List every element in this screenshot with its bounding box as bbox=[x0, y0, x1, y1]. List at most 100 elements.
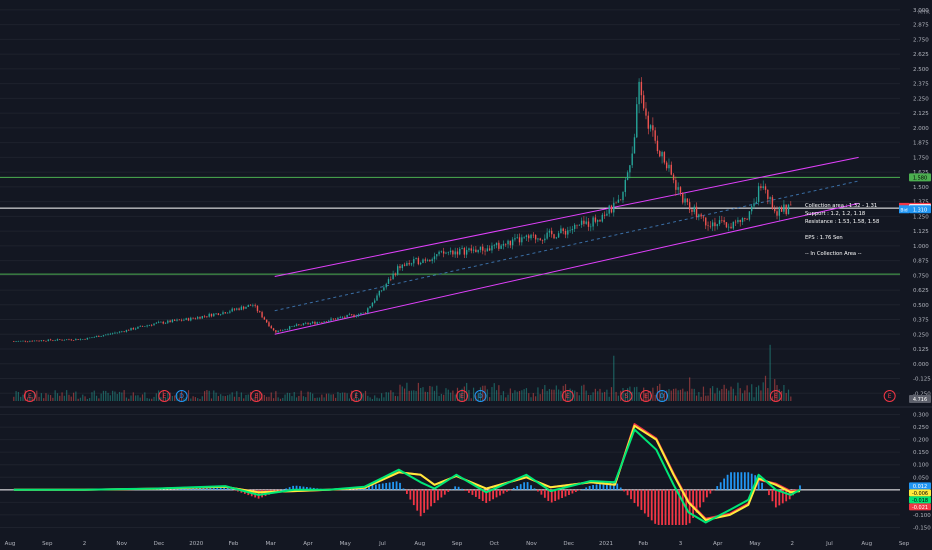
candle-body bbox=[580, 220, 583, 225]
candle-body bbox=[509, 240, 512, 246]
volume-bar bbox=[737, 382, 739, 401]
candle-body bbox=[341, 317, 344, 318]
histogram-bar bbox=[688, 489, 691, 524]
candle-body bbox=[201, 316, 203, 319]
candle-body bbox=[532, 234, 535, 236]
candle-body bbox=[521, 237, 523, 243]
time-tick-label: 2 bbox=[83, 541, 87, 547]
earnings-marker-label: E bbox=[354, 393, 358, 400]
histogram-bar bbox=[709, 489, 712, 494]
candle-body bbox=[574, 224, 576, 229]
volume-bar bbox=[284, 394, 286, 401]
candle-body bbox=[631, 153, 633, 166]
candle-body bbox=[774, 208, 776, 212]
volume-bar bbox=[238, 396, 240, 401]
volume-bar bbox=[54, 390, 56, 401]
time-tick-label: Nov bbox=[526, 541, 537, 547]
candle-body bbox=[638, 81, 640, 105]
candle-body bbox=[684, 198, 686, 203]
time-tick-label: Aug bbox=[414, 541, 425, 547]
candle-body bbox=[19, 340, 22, 342]
volume-bar bbox=[399, 384, 401, 401]
candle-body bbox=[592, 217, 594, 227]
earnings-marker-label: E bbox=[644, 393, 648, 400]
volume-bar bbox=[279, 398, 282, 401]
volume-bar bbox=[744, 390, 746, 401]
candle-body bbox=[305, 323, 307, 324]
volume-bar bbox=[682, 388, 684, 401]
candle-body bbox=[245, 306, 247, 309]
annotation-line: EPS : 1.76 Sen bbox=[805, 235, 843, 241]
volume-bar bbox=[220, 394, 222, 401]
volume-bar bbox=[20, 396, 22, 401]
time-tick-label: Aug bbox=[5, 541, 16, 547]
volume-bar bbox=[590, 394, 592, 401]
volume-bar bbox=[597, 391, 599, 401]
candle-body bbox=[776, 211, 778, 216]
candle-body bbox=[187, 318, 190, 321]
volume-bar bbox=[739, 388, 741, 401]
candle-body bbox=[459, 248, 461, 255]
time-tick-label: Jul bbox=[378, 541, 386, 547]
volume-bar bbox=[376, 397, 378, 401]
candle-body bbox=[334, 318, 337, 320]
candle-body bbox=[293, 326, 295, 327]
volume-bar bbox=[369, 397, 371, 401]
osc-value-tag: -0.021 bbox=[909, 503, 931, 511]
candle-body bbox=[344, 317, 346, 318]
candle-body bbox=[505, 243, 507, 245]
candle-body bbox=[534, 234, 537, 240]
candle-body bbox=[714, 222, 716, 227]
earnings-marker-label: E bbox=[774, 393, 778, 400]
candle-body bbox=[169, 320, 171, 323]
volume-bar bbox=[130, 395, 132, 401]
candle-body bbox=[160, 321, 162, 323]
candle-body bbox=[348, 314, 351, 316]
volume-bar bbox=[489, 397, 491, 401]
volume-bar bbox=[367, 395, 369, 401]
candle-body bbox=[528, 235, 530, 239]
candle-body bbox=[357, 314, 360, 316]
histogram-bar bbox=[664, 489, 667, 525]
volume-bar bbox=[581, 385, 583, 401]
volume-bar bbox=[116, 394, 118, 401]
candle-body bbox=[767, 189, 769, 199]
volume-bar bbox=[764, 375, 767, 401]
volume-bar bbox=[636, 386, 638, 401]
candle-body bbox=[652, 125, 654, 131]
volume-bar bbox=[128, 398, 130, 401]
candle-body bbox=[452, 250, 454, 255]
volume-bar bbox=[63, 395, 65, 401]
histogram-bar bbox=[474, 489, 477, 497]
candle-body bbox=[309, 323, 312, 325]
candle-body bbox=[272, 328, 275, 331]
histogram-bar bbox=[478, 489, 481, 499]
volume-bar bbox=[468, 389, 470, 401]
volume-bar bbox=[187, 390, 190, 401]
candle-body bbox=[387, 279, 390, 284]
candle-body bbox=[546, 232, 548, 239]
candle-body bbox=[105, 334, 107, 336]
candle-body bbox=[45, 340, 47, 342]
candle-body bbox=[608, 205, 610, 214]
histogram-bar bbox=[388, 482, 391, 490]
candle-body bbox=[240, 306, 243, 310]
histogram-bar bbox=[440, 489, 443, 498]
volume-bar bbox=[606, 389, 608, 401]
volume-bar bbox=[748, 392, 751, 401]
volume-bar bbox=[758, 385, 760, 401]
annotation-line: -- In Collection Area -- bbox=[805, 251, 862, 257]
candle-body bbox=[229, 311, 231, 313]
candle-body bbox=[695, 206, 698, 218]
histogram-bar bbox=[381, 483, 384, 490]
candle-body bbox=[265, 319, 268, 323]
volume-bar bbox=[525, 388, 528, 401]
candle-body bbox=[91, 337, 93, 339]
osc-tick-label: -0.150 bbox=[913, 525, 931, 531]
volume-bar bbox=[725, 388, 728, 401]
candle-body bbox=[59, 339, 61, 340]
volume-bar bbox=[77, 398, 79, 401]
volume-bar bbox=[49, 395, 52, 401]
candle-body bbox=[537, 238, 539, 240]
candle-body bbox=[33, 340, 36, 342]
